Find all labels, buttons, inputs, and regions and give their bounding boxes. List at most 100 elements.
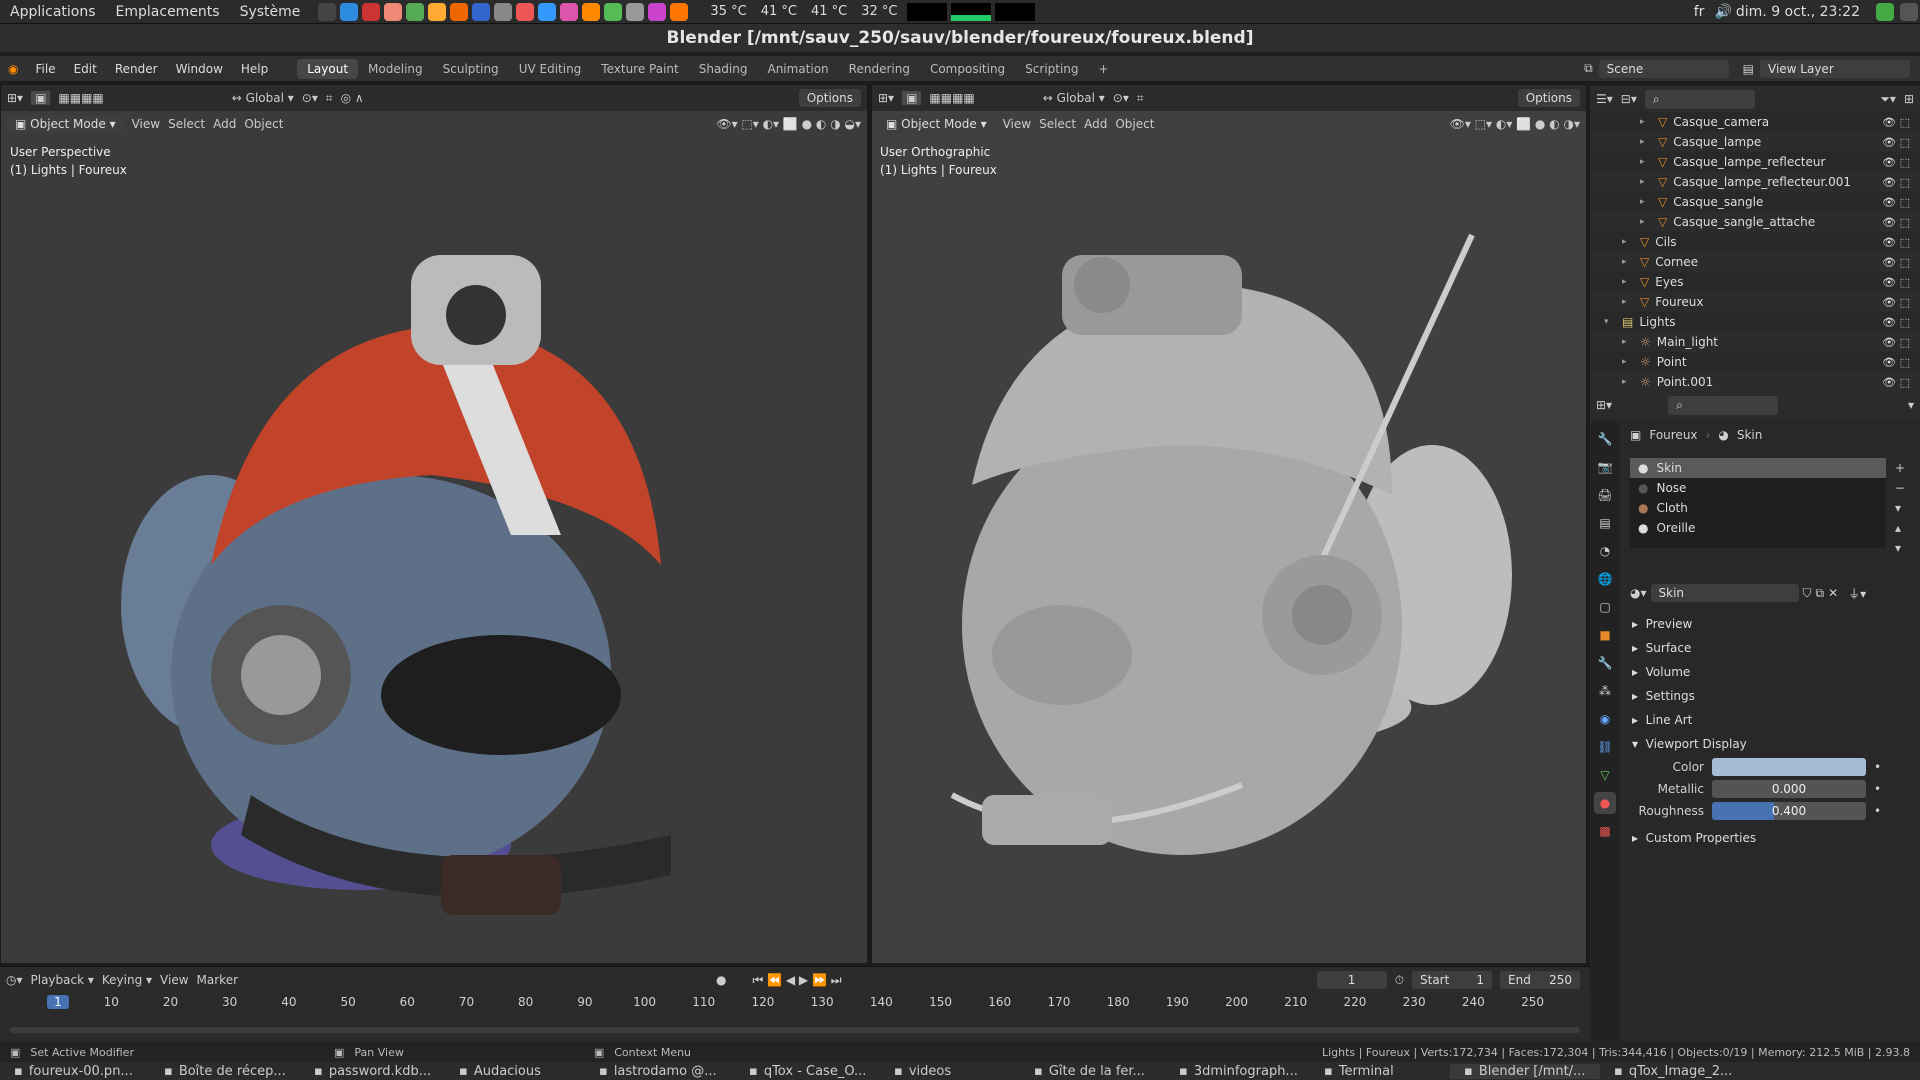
outliner-item[interactable]: ▸ ▽ Casque_lampe_reflecteur.001 👁 ⬚ — [1590, 172, 1920, 192]
playhead[interactable]: 1 — [47, 995, 69, 1009]
menu-edit[interactable]: Edit — [65, 62, 106, 76]
timeline-ruler[interactable]: 1 10 20 30 40 50 60 70 80 90 100 110 120 130 140 150 160… — [0, 995, 1590, 1013]
mode-selector[interactable]: ▣ Object Mode ▾ — [7, 115, 124, 133]
vp-menu-object[interactable]: Object — [244, 117, 283, 131]
outliner-item[interactable]: ▸ ▽ Casque_lampe_reflecteur 👁 ⬚ — [1590, 152, 1920, 172]
color-swatch[interactable] — [1712, 758, 1866, 776]
tab-texture-paint[interactable]: Texture Paint — [591, 59, 688, 79]
visibility-icon[interactable]: 👁 ⬚ — [1882, 136, 1910, 149]
visibility-icon[interactable]: 👁 ⬚ — [1882, 116, 1910, 129]
tab-animation[interactable]: Animation — [757, 59, 838, 79]
add-workspace-button[interactable]: + — [1089, 59, 1119, 79]
material-slot[interactable]: ● Cloth — [1630, 498, 1886, 518]
scene-tab-icon[interactable]: ◔ — [1594, 540, 1616, 562]
blender-logo-icon[interactable]: ◉ — [0, 62, 26, 76]
vp2-menu-select[interactable]: Select — [1039, 117, 1076, 131]
expand-icon[interactable]: ▸ — [1640, 157, 1650, 167]
transform-orientation[interactable]: ↔ Global ▾ — [232, 91, 294, 105]
select-box-icon-2[interactable]: ▣ — [902, 91, 922, 105]
output-tab-icon[interactable]: 🖨 — [1594, 484, 1616, 506]
new-collection-icon[interactable]: ⊞ — [1904, 92, 1914, 106]
material-slot[interactable]: ● Oreille — [1630, 518, 1886, 538]
expand-icon[interactable]: ▸ — [1622, 277, 1632, 287]
unlink-icon[interactable]: ✕ — [1828, 586, 1838, 600]
expand-icon[interactable]: ▸ — [1622, 337, 1632, 347]
taskbar-item[interactable]: ▪ Boîte de récep... — [150, 1064, 300, 1079]
visibility-icon[interactable]: 👁 ⬚ — [1882, 216, 1910, 229]
os-clock[interactable]: dim. 9 oct., 23:22 — [1736, 4, 1860, 20]
section-line-art[interactable]: ▸ Line Art — [1622, 708, 1912, 732]
expand-icon[interactable]: ▸ — [1622, 357, 1632, 367]
expand-icon[interactable]: ▸ — [1622, 297, 1632, 307]
os-menu-places[interactable]: Emplacements — [106, 4, 230, 20]
world-tab-icon[interactable]: 🌐 — [1594, 568, 1616, 590]
expand-icon[interactable]: ▸ — [1640, 217, 1650, 227]
particles-tab-icon[interactable]: ⁂ — [1594, 680, 1616, 702]
outliner-item[interactable]: ▸ ▽ Casque_sangle 👁 ⬚ — [1590, 192, 1920, 212]
visibility-icon[interactable]: 👁 ⬚ — [1882, 176, 1910, 189]
view-layer-selector[interactable]: View Layer — [1760, 59, 1910, 78]
outliner-search-input[interactable]: ⌕ — [1644, 89, 1755, 109]
snap-icon[interactable]: ⌗ — [326, 91, 333, 106]
render-tab-icon[interactable]: 📷 — [1594, 456, 1616, 478]
viewport-right[interactable]: ⊞▾ ▣ ▦▦▦▦ ↔ Global ▾ ⊙▾ ⌗ Options ▣ Obje… — [871, 84, 1587, 964]
update-icon[interactable] — [1876, 2, 1894, 21]
roughness-slider[interactable]: 0.400 — [1712, 802, 1866, 820]
outliner-item[interactable]: ▾ ▤ Lights 👁 ⬚ — [1590, 312, 1920, 332]
tray-icon[interactable] — [1900, 2, 1918, 21]
editor-type-icon-2[interactable]: ⊞▾ — [878, 91, 894, 105]
expand-icon[interactable]: ▸ — [1622, 257, 1632, 267]
visibility-icon[interactable]: 👁 ⬚ — [1882, 376, 1910, 389]
select-box-icon[interactable]: ▣ — [31, 91, 51, 105]
texture-tab-icon[interactable]: ▩ — [1594, 820, 1616, 842]
display-mode-icon[interactable]: ⊟▾ — [1621, 92, 1637, 106]
vp2-menu-add[interactable]: Add — [1084, 117, 1107, 131]
expand-icon[interactable]: ▾ — [1604, 317, 1614, 327]
expand-icon[interactable]: ▸ — [1640, 137, 1650, 147]
options-button-2[interactable]: Options — [1517, 89, 1580, 107]
scene-selector[interactable]: Scene — [1598, 59, 1729, 78]
outliner-item[interactable]: ▸ ▽ Casque_camera 👁 ⬚ — [1590, 112, 1920, 132]
taskbar-item[interactable]: ▪ videos — [880, 1064, 1020, 1079]
constraints-tab-icon[interactable]: ⛓ — [1594, 736, 1616, 758]
keyframe-dot-icon[interactable]: • — [1874, 782, 1881, 796]
outliner-item[interactable]: ▸ ☼ Main_light 👁 ⬚ — [1590, 332, 1920, 352]
filter-icon[interactable]: ⏷▾ — [1880, 92, 1896, 107]
taskbar-item[interactable]: ▪ qTox - Case_O... — [735, 1064, 880, 1079]
visibility-icon[interactable]: 👁 ⬚ — [1882, 156, 1910, 169]
material-slot[interactable]: ● Skin — [1630, 458, 1886, 478]
visibility-icon[interactable]: 👁 ⬚ — [1882, 316, 1910, 329]
visibility-icon[interactable]: 👁 ⬚ — [1882, 256, 1910, 269]
outliner-item[interactable]: ▸ ▽ Cils 👁 ⬚ — [1590, 232, 1920, 252]
visibility-icon[interactable]: 👁 ⬚ — [1882, 196, 1910, 209]
tab-modeling[interactable]: Modeling — [358, 59, 433, 79]
vp-menu-add[interactable]: Add — [213, 117, 236, 131]
select-mode-icons-2[interactable]: ▦▦▦▦ — [929, 91, 974, 105]
fake-user-icon[interactable]: ⛉ — [1803, 586, 1812, 601]
tab-compositing[interactable]: Compositing — [920, 59, 1015, 79]
shading-icons-2[interactable]: 👁▾ ⬚▾ ◐▾ ⬜ ● ◐ ◑▾ — [1450, 117, 1580, 131]
outliner-item[interactable]: ▸ ▽ Eyes 👁 ⬚ — [1590, 272, 1920, 292]
options-button[interactable]: Options — [798, 89, 861, 107]
visibility-icon[interactable]: 👁 ⬚ — [1882, 356, 1910, 369]
outliner-item[interactable]: ▸ ▽ Casque_sangle_attache 👁 ⬚ — [1590, 212, 1920, 232]
material-slot[interactable]: ● Nose — [1630, 478, 1886, 498]
taskbar-item[interactable]: ▪ Terminal — [1310, 1064, 1450, 1079]
menu-playback[interactable]: Playback ▾ — [31, 973, 94, 987]
expand-icon[interactable]: ▸ — [1640, 197, 1650, 207]
slot-buttons[interactable]: + − ▾ ▴ ▾ — [1895, 458, 1905, 558]
expand-icon[interactable]: ▸ — [1622, 377, 1632, 387]
outliner-type-icon[interactable]: ☰▾ — [1596, 92, 1613, 106]
duplicate-icon[interactable]: ⧉ — [1816, 586, 1825, 601]
menu-file[interactable]: File — [26, 62, 64, 76]
vp2-menu-object[interactable]: Object — [1115, 117, 1154, 131]
timeline-type-icon[interactable]: ◷▾ — [6, 973, 23, 987]
section-volume[interactable]: ▸ Volume — [1622, 660, 1912, 684]
view-layer-tab-icon[interactable]: ▤ — [1594, 512, 1616, 534]
vp2-menu-view[interactable]: View — [1003, 117, 1031, 131]
visibility-icon[interactable]: 👁 ⬚ — [1882, 296, 1910, 309]
menu-help[interactable]: Help — [232, 62, 277, 76]
vp-menu-select[interactable]: Select — [168, 117, 205, 131]
visibility-icon[interactable]: 👁 ⬚ — [1882, 276, 1910, 289]
outliner-item[interactable]: ▸ ▽ Casque_lampe 👁 ⬚ — [1590, 132, 1920, 152]
